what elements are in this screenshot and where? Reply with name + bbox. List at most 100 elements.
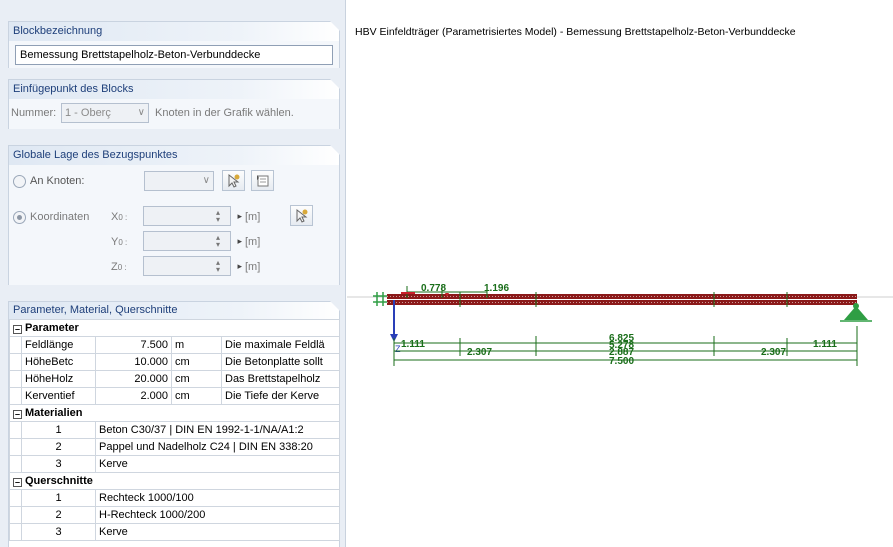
z-unit: [m] <box>245 261 261 273</box>
material-row-text[interactable]: Kerve <box>94 455 341 473</box>
x-coordinate-input[interactable]: ▴ ▾ ▸ <box>143 206 242 226</box>
node-number-value: 1 - Oberç <box>65 107 111 119</box>
material-row-number: 1 <box>21 421 96 439</box>
material-row-text[interactable]: Pappel und Nadelholz C24 | DIN EN 338:20 <box>94 438 341 456</box>
spin-arrow-right-icon[interactable]: ▸ <box>237 211 242 222</box>
cross-section-row[interactable]: 2 H-Rechteck 1000/200 <box>9 506 341 524</box>
node-select[interactable]: ∨ <box>144 171 214 191</box>
dimension-label: 2.307 <box>467 347 492 358</box>
dimension-label: 2.307 <box>761 347 786 358</box>
block-dialog: Blockbezeichnung Bemessung Brettstapelho… <box>0 0 893 547</box>
cross-section-row-number: 1 <box>21 489 96 507</box>
parameter-row[interactable]: HöheBetc 10.000 cm Die Betonplatte sollt <box>9 353 341 371</box>
z-axis-icon <box>390 300 398 342</box>
spin-updown-icon[interactable]: ▴ ▾ <box>216 209 220 224</box>
parameter-value[interactable]: 7.500 <box>95 336 172 354</box>
global-position-group: Globale Lage des Bezugspunktes An Knoten… <box>8 145 340 285</box>
left-support <box>373 292 387 306</box>
y-coordinate-input[interactable]: ▴ ▾ ▸ <box>143 231 242 251</box>
parameters-header: Parameter, Material, Querschnitte <box>9 301 340 319</box>
tree-line <box>9 370 22 388</box>
section-row-cross-sections[interactable]: – Querschnitte <box>8 472 341 490</box>
node-list-button[interactable] <box>251 170 274 191</box>
cross-section-row[interactable]: 1 Rechteck 1000/100 <box>9 489 341 507</box>
material-row[interactable]: 1 Beton C30/37 | DIN EN 1992-1-1/NA/A1:2 <box>9 421 341 439</box>
material-row-number: 3 <box>21 455 96 473</box>
parameter-value[interactable]: 2.000 <box>95 387 172 405</box>
cross-section-row-number: 2 <box>21 506 96 524</box>
parameter-unit: cm <box>171 370 222 388</box>
tree-line <box>9 489 22 507</box>
material-row[interactable]: 3 Kerve <box>9 455 341 473</box>
parameter-description: Die Betonplatte sollt <box>220 353 341 371</box>
node-radio-label: An Knoten: <box>30 175 85 187</box>
section-row-parameter[interactable]: – Parameter <box>8 319 341 337</box>
pick-node-hint: Knoten in der Grafik wählen. <box>155 107 294 119</box>
parameter-value[interactable]: 20.000 <box>95 370 172 388</box>
tree-line <box>9 387 22 405</box>
parameter-row[interactable]: HöheHolz 20.000 cm Das Brettstapelholz <box>9 370 341 388</box>
collapse-icon[interactable]: – <box>13 410 22 419</box>
spin-updown-icon[interactable]: ▴ ▾ <box>216 259 220 274</box>
pick-node-button[interactable] <box>222 170 245 191</box>
y-label: Y0 : <box>111 236 128 248</box>
material-row-number: 2 <box>21 438 96 456</box>
parameter-value[interactable]: 10.000 <box>95 353 172 371</box>
parameter-unit: m <box>171 336 222 354</box>
chevron-down-icon: ∨ <box>202 175 210 186</box>
parameter-unit: cm <box>171 387 222 405</box>
y-unit: [m] <box>245 236 261 248</box>
cross-section-row-text[interactable]: H-Rechteck 1000/200 <box>94 506 341 524</box>
tree-line <box>9 438 22 456</box>
tree-line <box>9 455 22 473</box>
node-number-select[interactable]: 1 - Oberç ∨ <box>61 103 149 123</box>
spin-arrow-right-icon[interactable]: ▸ <box>237 261 242 272</box>
dimension-label: 7.500 <box>609 356 634 367</box>
coordinates-radio-label: Koordinaten <box>30 211 90 223</box>
node-radio[interactable] <box>13 175 26 188</box>
section-parameter[interactable]: – Parameter <box>8 319 341 337</box>
parameter-row[interactable]: Feldlänge 7.500 m Die maximale Feldlä <box>9 336 341 354</box>
spin-updown-icon[interactable]: ▴ ▾ <box>216 234 220 249</box>
tree-line <box>9 353 22 371</box>
parameter-description: Das Brettstapelholz <box>220 370 341 388</box>
spin-arrow-right-icon[interactable]: ▸ <box>237 236 242 247</box>
x-unit: [m] <box>245 211 261 223</box>
insertion-point-group: Einfügepunkt des Blocks Nummer: 1 - Ober… <box>8 79 340 129</box>
collapse-icon[interactable]: – <box>13 325 22 334</box>
cross-section-row[interactable]: 3 Kerve <box>9 523 341 541</box>
tree-line <box>9 506 22 524</box>
pick-cursor-icon <box>228 173 240 188</box>
block-name-input[interactable]: Bemessung Brettstapelholz-Beton-Verbundd… <box>15 45 333 65</box>
cross-section-row-text[interactable]: Rechteck 1000/100 <box>94 489 341 507</box>
section-row-materials[interactable]: – Materialien <box>8 404 341 422</box>
z-coordinate-input[interactable]: ▴ ▾ ▸ <box>143 256 242 276</box>
material-row-text[interactable]: Beton C30/37 | DIN EN 1992-1-1/NA/A1:2 <box>94 421 341 439</box>
x-label: X0 : <box>111 211 128 223</box>
dimension-label: 1.111 <box>401 339 425 350</box>
cross-section-row-text[interactable]: Kerve <box>94 523 341 541</box>
cross-section-row-number: 3 <box>21 523 96 541</box>
tree-line <box>9 523 22 541</box>
global-position-header: Globale Lage des Bezugspunktes <box>9 145 340 165</box>
insertion-point-header: Einfügepunkt des Blocks <box>9 79 340 99</box>
block-name-header: Blockbezeichnung <box>9 21 340 41</box>
dimension-label: 1.111 <box>813 339 837 350</box>
tree-line <box>9 336 22 354</box>
properties-panel: Blockbezeichnung Bemessung Brettstapelho… <box>0 0 346 547</box>
parameters-group: Parameter, Material, Querschnitte – Param… <box>8 301 341 547</box>
structure-drawing: Z 0.778 1.196 1.111 2.307 6.825 5.278 2.… <box>347 283 893 367</box>
section-materials[interactable]: – Materialien <box>8 404 341 422</box>
parameter-unit: cm <box>171 353 222 371</box>
material-row[interactable]: 2 Pappel und Nadelholz C24 | DIN EN 338:2… <box>9 438 341 456</box>
section-cross-sections[interactable]: – Querschnitte <box>8 472 341 490</box>
dimension-label: 1.196 <box>484 283 509 294</box>
graphic-view[interactable]: HBV Einfeldträger (Parametrisiertes Mode… <box>347 0 893 547</box>
parameter-row[interactable]: Kerventief 2.000 cm Die Tiefe der Kerve <box>9 387 341 405</box>
block-name-group: Blockbezeichnung Bemessung Brettstapelho… <box>8 21 340 68</box>
coordinates-radio[interactable] <box>13 211 26 224</box>
parameter-name: HöheBetc <box>21 353 96 371</box>
pick-point-button[interactable] <box>290 205 313 226</box>
collapse-icon[interactable]: – <box>13 478 22 487</box>
parameter-name: Feldlänge <box>21 336 96 354</box>
